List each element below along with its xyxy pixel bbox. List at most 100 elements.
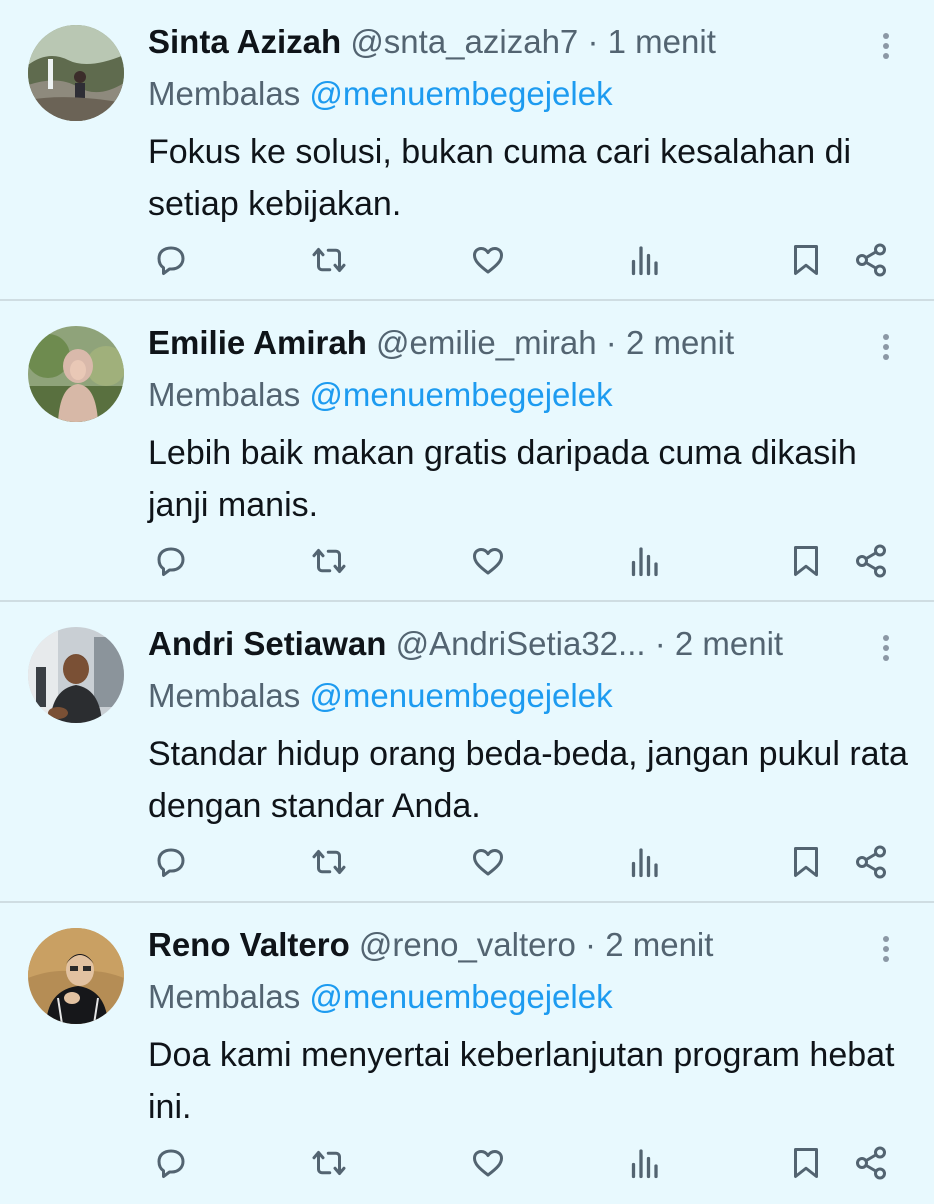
tweet-reply[interactable]: Reno Valtero @reno_valtero · 2 menit Mem… [0,903,934,1204]
separator-dot: · [585,926,597,963]
tweet-header: Andri Setiawan @AndriSetia32... · 2 meni… [148,622,854,666]
views-button[interactable] [624,838,664,886]
tweet-text: Standar hidup orang beda-beda, jangan pu… [148,735,908,825]
reply-button[interactable] [151,838,191,886]
retweet-icon [312,1151,346,1175]
timestamp[interactable]: 2 menit [675,625,783,662]
separator-dot: · [587,23,599,60]
retweet-icon [312,850,346,874]
replying-prefix: Membalas [148,677,301,714]
tweet-header: Reno Valtero @reno_valtero · 2 menit [148,923,854,967]
reply-button[interactable] [151,1139,191,1187]
like-button[interactable] [468,236,508,284]
username-handle[interactable]: @snta_azizah7 [350,23,578,60]
more-icon[interactable] [874,30,898,66]
timestamp[interactable]: 2 menit [605,926,713,963]
retweet-icon [312,549,346,573]
timestamp[interactable]: 2 menit [626,324,734,361]
views-icon [631,848,658,878]
replying-prefix: Membalas [148,376,301,413]
retweet-icon [312,248,346,272]
mention-link[interactable]: @menuembegejelek [309,376,612,413]
timestamp[interactable]: 1 menit [608,23,716,60]
share-button[interactable] [851,537,891,585]
username-handle[interactable]: @reno_valtero [359,926,576,963]
replying-to: Membalas @menuembegejelek [148,373,613,417]
tweet-reply[interactable]: Emilie Amirah @emilie_mirah · 2 menit Me… [0,301,934,602]
bookmark-button[interactable] [786,537,826,585]
retweet-button[interactable] [309,838,349,886]
views-button[interactable] [624,236,664,284]
mention-link[interactable]: @menuembegejelek [309,75,612,112]
username-handle[interactable]: @AndriSetia32... [396,625,646,662]
display-name[interactable]: Emilie Amirah [148,324,367,361]
heart-icon [473,547,503,575]
like-button[interactable] [468,838,508,886]
tweet-text: Doa kami menyertai keberlanjutan program… [148,1036,895,1126]
action-bar [148,236,908,284]
reply-icon [157,246,185,275]
bookmark-icon [794,1148,818,1178]
mention-link[interactable]: @menuembegejelek [309,677,612,714]
tweet-text: Fokus ke solusi, bukan cuma cari kesalah… [148,133,852,223]
bookmark-button[interactable] [786,838,826,886]
bookmark-icon [794,245,818,275]
heart-icon [473,246,503,274]
username-handle[interactable]: @emilie_mirah [376,324,597,361]
retweet-button[interactable] [309,236,349,284]
avatar[interactable] [28,928,124,1024]
bookmark-icon [794,546,818,576]
display-name[interactable]: Sinta Azizah [148,23,341,60]
tweet-text: Lebih baik makan gratis daripada cuma di… [148,434,857,524]
reply-button[interactable] [151,236,191,284]
avatar-photo-landscape [28,25,124,121]
action-bar [148,1139,908,1187]
tweet-reply[interactable]: Sinta Azizah @snta_azizah7 · 1 menit Mem… [0,0,934,301]
mention-link[interactable]: @menuembegejelek [309,978,612,1015]
avatar[interactable] [28,25,124,121]
action-bar [148,537,908,585]
share-button[interactable] [851,1139,891,1187]
share-button[interactable] [851,838,891,886]
more-icon[interactable] [874,933,898,969]
avatar-photo-portrait [28,627,124,723]
views-icon [631,547,658,577]
reply-icon [157,848,185,877]
share-icon [856,1146,886,1180]
replying-prefix: Membalas [148,978,301,1015]
action-bar [148,838,908,886]
share-icon [856,544,886,578]
bookmark-button[interactable] [786,1139,826,1187]
tweet-reply[interactable]: Andri Setiawan @AndriSetia32... · 2 meni… [0,602,934,903]
replying-to: Membalas @menuembegejelek [148,975,613,1019]
like-button[interactable] [468,537,508,585]
reply-button[interactable] [151,537,191,585]
views-button[interactable] [624,1139,664,1187]
more-icon[interactable] [874,632,898,668]
display-name[interactable]: Andri Setiawan [148,625,386,662]
share-icon [856,243,886,277]
reply-icon [157,547,185,576]
tweet-header: Sinta Azizah @snta_azizah7 · 1 menit [148,20,854,64]
tweet-header: Emilie Amirah @emilie_mirah · 2 menit [148,321,854,365]
retweet-button[interactable] [309,1139,349,1187]
more-icon[interactable] [874,331,898,367]
avatar[interactable] [28,627,124,723]
views-button[interactable] [624,537,664,585]
bookmark-button[interactable] [786,236,826,284]
display-name[interactable]: Reno Valtero [148,926,350,963]
avatar-photo-portrait [28,928,124,1024]
avatar[interactable] [28,326,124,422]
replying-to: Membalas @menuembegejelek [148,674,613,718]
share-button[interactable] [851,236,891,284]
replying-to: Membalas @menuembegejelek [148,72,613,116]
retweet-button[interactable] [309,537,349,585]
avatar-photo-portrait [28,326,124,422]
separator-dot: · [654,625,666,662]
reply-icon [157,1149,185,1178]
views-icon [631,1149,658,1179]
separator-dot: · [605,324,617,361]
heart-icon [473,1149,503,1177]
like-button[interactable] [468,1139,508,1187]
heart-icon [473,848,503,876]
